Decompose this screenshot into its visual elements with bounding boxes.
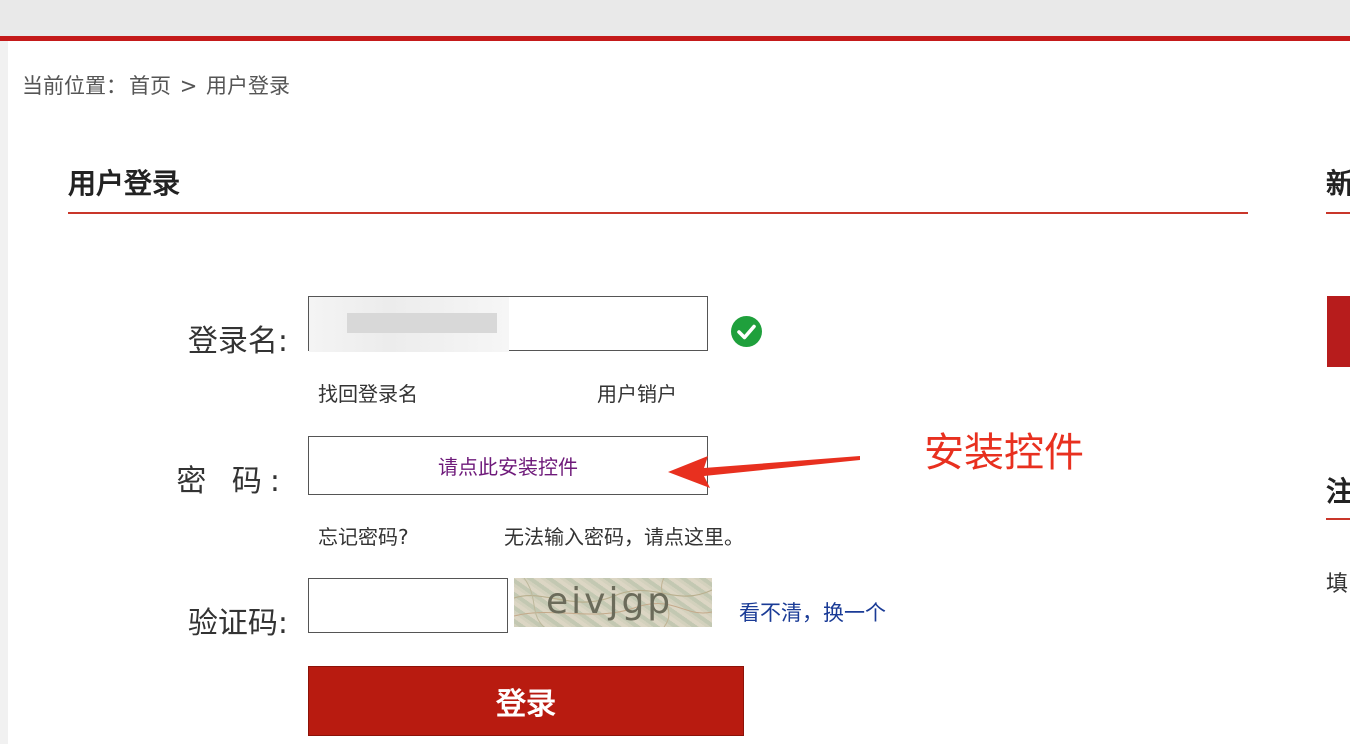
sidebar-text: 填 xyxy=(1326,572,1349,597)
left-edge-strip xyxy=(0,41,8,744)
breadcrumb-home-link[interactable]: 首页 xyxy=(129,74,171,98)
password-field[interactable]: 请点此安装控件 xyxy=(308,436,708,495)
login-button[interactable]: 登录 xyxy=(308,666,744,736)
captcha-image[interactable]: eivjgp xyxy=(514,578,712,627)
breadcrumb-separator: > xyxy=(179,74,198,98)
check-icon xyxy=(731,316,762,347)
find-username-link[interactable]: 找回登录名 xyxy=(318,378,418,407)
refresh-captcha-link[interactable]: 看不清，换一个 xyxy=(739,597,886,627)
sidebar-title-new: 新 xyxy=(1326,167,1350,200)
sidebar-register-button[interactable] xyxy=(1327,296,1350,367)
password-label: 密 码: xyxy=(176,464,288,499)
breadcrumb-current: 用户登录 xyxy=(205,74,290,98)
cant-input-password-link[interactable]: 无法输入密码，请点这里。 xyxy=(504,521,744,550)
breadcrumb-prefix: 当前位置： xyxy=(22,74,127,98)
breadcrumb: 当前位置：首页 > 用户登录 xyxy=(22,70,292,100)
username-label: 登录名: xyxy=(187,324,288,359)
login-button-label: 登录 xyxy=(496,687,556,722)
browser-top-bar xyxy=(0,0,1350,36)
title-divider xyxy=(68,212,1248,214)
sidebar-title-notice: 注 xyxy=(1326,475,1350,508)
header-accent-line xyxy=(0,36,1350,41)
captcha-text: eivjgp xyxy=(546,581,674,622)
page-title: 用户登录 xyxy=(68,167,181,200)
annotation-arrow-icon xyxy=(668,456,860,488)
captcha-label: 验证码: xyxy=(187,606,288,641)
sidebar-divider xyxy=(1326,212,1350,214)
username-input[interactable] xyxy=(308,296,708,352)
forgot-password-link[interactable]: 忘记密码? xyxy=(318,521,409,550)
cancel-account-link[interactable]: 用户销户 xyxy=(597,378,677,407)
captcha-input[interactable] xyxy=(308,578,508,633)
sidebar-divider-2 xyxy=(1326,518,1350,520)
annotation-text: 安装控件 xyxy=(924,430,1084,476)
install-control-link[interactable]: 请点此安装控件 xyxy=(438,451,578,480)
username-redaction-block xyxy=(347,313,497,333)
